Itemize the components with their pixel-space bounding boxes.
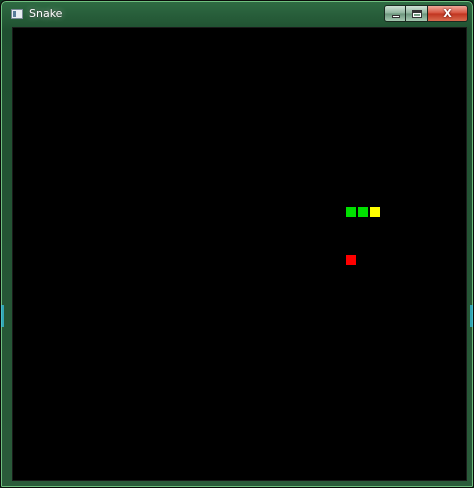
close-icon: X: [443, 7, 452, 20]
minimize-icon: [392, 15, 400, 18]
title-bar[interactable]: Snake X: [1, 1, 473, 25]
snake-segment: [358, 207, 368, 217]
caption-buttons: X: [384, 5, 468, 23]
snake-head: [370, 207, 380, 217]
app-window-icon[interactable]: [11, 9, 23, 19]
food-pellet: [346, 255, 356, 265]
app-window: Snake X: [0, 0, 474, 488]
snake-segment: [346, 207, 356, 217]
maximize-icon: [412, 10, 422, 18]
game-board[interactable]: [12, 27, 467, 481]
window-title: Snake: [29, 7, 63, 20]
close-button[interactable]: X: [428, 5, 468, 22]
window-edge-highlight: [1, 305, 4, 327]
window-edge-highlight: [470, 305, 473, 327]
maximize-button[interactable]: [406, 5, 428, 22]
minimize-button[interactable]: [384, 5, 406, 22]
